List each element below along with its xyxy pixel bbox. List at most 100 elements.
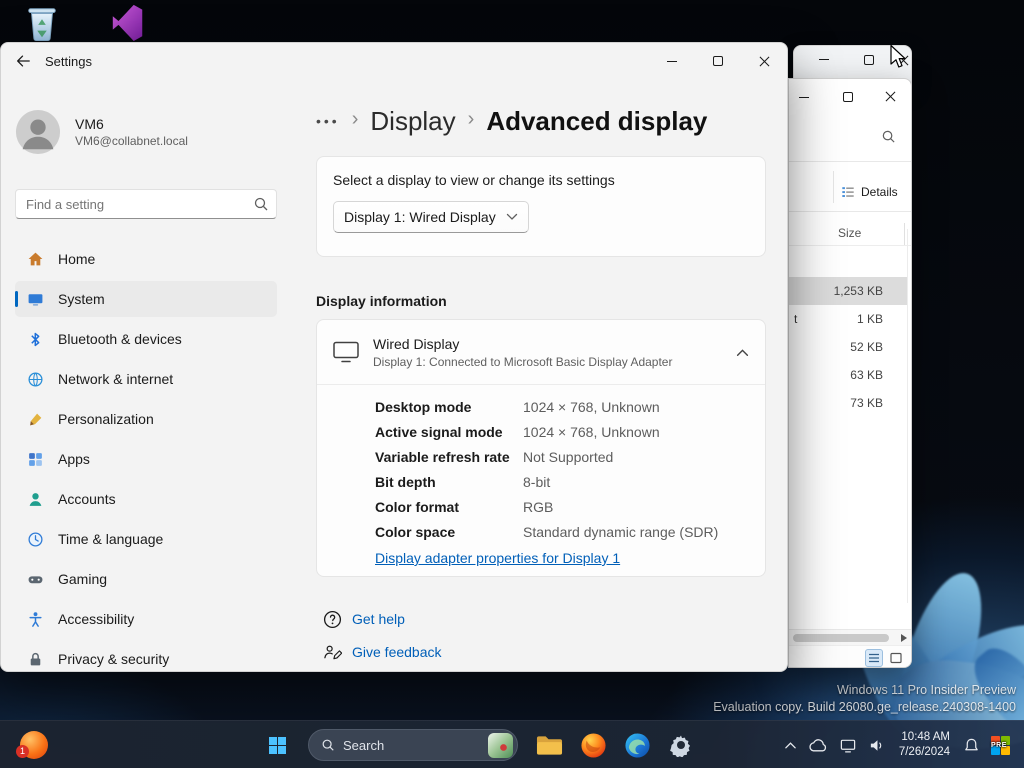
display-card-subtitle: Display 1: Connected to Microsoft Basic …: [373, 354, 673, 369]
globe-icon: [28, 371, 43, 387]
breadcrumb-overflow-button[interactable]: •••: [316, 113, 340, 129]
display-adapter-properties-link[interactable]: Display adapter properties for Display 1: [375, 550, 620, 566]
sidebar-item-accounts[interactable]: Accounts: [15, 481, 277, 517]
avatar: [15, 109, 61, 155]
lock-icon: [30, 652, 41, 665]
maximize-button[interactable]: [695, 43, 741, 79]
bluetooth-icon: [31, 332, 40, 346]
details-label: Details: [861, 185, 898, 199]
search-icon[interactable]: [881, 129, 896, 144]
sidebar-item-bluetooth-devices[interactable]: Bluetooth & devices: [15, 321, 277, 357]
settings-taskbar-icon[interactable]: [661, 725, 701, 765]
taskbar-corner-app[interactable]: 1: [16, 731, 48, 759]
file-explorer-window[interactable]: Details Size 1,253 KB t 1 KB 52 KB 63 KB…: [788, 78, 912, 668]
search-highlight-image[interactable]: [488, 732, 513, 758]
settings-titlebar[interactable]: Settings: [1, 43, 787, 79]
clock-icon: [28, 531, 43, 547]
sidebar-item-system[interactable]: System: [15, 281, 277, 317]
sidebar-item-privacy-security[interactable]: Privacy & security: [15, 641, 277, 671]
show-hidden-icons-chevron[interactable]: [784, 740, 797, 750]
sidebar-item-home[interactable]: Home: [15, 241, 277, 277]
insider-preview-tray-icon[interactable]: PRE: [991, 735, 1010, 755]
app-shortcut-icon[interactable]: [104, 2, 152, 46]
close-button[interactable]: [741, 43, 787, 79]
column-header-size[interactable]: Size: [789, 223, 905, 245]
window-controls: [649, 43, 787, 79]
get-help-link[interactable]: Get help: [323, 604, 442, 634]
search-icon: [322, 739, 334, 751]
start-button[interactable]: [257, 725, 297, 765]
minimize-button[interactable]: [649, 43, 695, 79]
sidebar-item-personalization[interactable]: Personalization: [15, 401, 277, 437]
settings-window[interactable]: Settings VM6 VM6@collabnet.local Find a …: [0, 42, 788, 672]
thumbnail-view-icon: [890, 652, 902, 664]
scrollbar-thumb[interactable]: [793, 634, 889, 642]
maximize-icon[interactable]: [843, 92, 853, 102]
column-divider[interactable]: [904, 223, 905, 245]
window-title: Settings: [45, 53, 92, 69]
edge-taskbar-icon[interactable]: [617, 725, 657, 765]
gear-icon: [670, 735, 690, 757]
give-feedback-link[interactable]: Give feedback: [323, 637, 442, 667]
accessibility-icon: [29, 611, 42, 627]
display-info-rows: Desktop mode 1024 × 768, Unknown Active …: [317, 385, 765, 568]
file-row-selected[interactable]: 1,253 KB: [789, 277, 907, 305]
maximize-icon: [713, 56, 723, 66]
section-title: Display information: [316, 293, 447, 309]
scroll-right-arrow-icon[interactable]: [901, 634, 907, 642]
details-view-button[interactable]: Details: [841, 179, 898, 205]
breadcrumb-display[interactable]: Display: [370, 106, 455, 137]
minimize-icon: [667, 60, 677, 62]
volume-icon[interactable]: [868, 737, 886, 754]
taskbar-search-box[interactable]: Search: [308, 729, 518, 761]
system-icon: [28, 293, 43, 306]
sidebar-item-accessibility[interactable]: Accessibility: [15, 601, 277, 637]
back-arrow-icon: [17, 55, 30, 67]
horizontal-scrollbar[interactable]: [789, 629, 911, 645]
thumbnail-view-toggle[interactable]: [887, 649, 905, 667]
sidebar-item-apps[interactable]: Apps: [15, 441, 277, 477]
file-explorer-taskbar-icon[interactable]: [529, 725, 569, 765]
minimize-icon[interactable]: [819, 59, 829, 60]
search-label: Search: [343, 737, 385, 753]
breadcrumb: ••• › Display › Advanced display: [316, 101, 707, 141]
user-profile[interactable]: VM6 VM6@collabnet.local: [15, 109, 188, 155]
file-row[interactable]: 63 KB: [789, 361, 907, 389]
wired-display-expander[interactable]: Wired Display Display 1: Connected to Mi…: [317, 320, 765, 384]
system-tray: 10:48 AM 7/26/2024 PRE: [784, 721, 1010, 768]
tray-display-icon[interactable]: [839, 737, 857, 754]
details-view-toggle[interactable]: [865, 649, 883, 667]
chevron-up-icon[interactable]: [736, 348, 749, 357]
brush-icon: [30, 413, 42, 425]
notifications-bell-icon[interactable]: [963, 737, 980, 754]
sidebar-item-gaming[interactable]: Gaming: [15, 561, 277, 597]
maximize-icon[interactable]: [864, 55, 874, 65]
sidebar-item-network-internet[interactable]: Network & internet: [15, 361, 277, 397]
user-name: VM6: [75, 116, 104, 132]
search-icon[interactable]: [253, 196, 269, 212]
file-row[interactable]: 73 KB: [789, 389, 907, 417]
edge-icon: [624, 732, 650, 758]
display-information-card: Wired Display Display 1: Connected to Mi…: [316, 319, 766, 577]
watermark-line2: Evaluation copy. Build 26080.ge_release.…: [713, 699, 1016, 714]
scrollbar-track[interactable]: [907, 229, 908, 603]
display-select-dropdown[interactable]: Display 1: Wired Display: [333, 201, 529, 233]
search-input[interactable]: [15, 189, 277, 219]
clock-date: 7/26/2024: [898, 746, 950, 758]
minimize-icon[interactable]: [799, 97, 809, 98]
tray-cloud-icon[interactable]: [808, 738, 828, 753]
back-button[interactable]: [1, 43, 45, 79]
desktop-icons: [18, 2, 152, 46]
select-display-card: Select a display to view or change its s…: [316, 156, 766, 257]
gamepad-icon: [28, 575, 43, 583]
info-row-color-format: Color format RGB: [375, 498, 554, 515]
file-row[interactable]: 52 KB: [789, 333, 907, 361]
firefox-taskbar-icon[interactable]: [573, 725, 613, 765]
recycle-bin-icon[interactable]: [18, 2, 66, 46]
settings-sidebar: Home System Bluetooth & devices Network …: [15, 241, 277, 671]
sidebar-item-time-language[interactable]: Time & language: [15, 521, 277, 557]
file-row[interactable]: t 1 KB: [789, 305, 907, 333]
feedback-icon: [324, 645, 342, 659]
close-icon[interactable]: [885, 91, 896, 102]
taskbar-clock[interactable]: 10:48 AM 7/26/2024: [899, 730, 950, 760]
